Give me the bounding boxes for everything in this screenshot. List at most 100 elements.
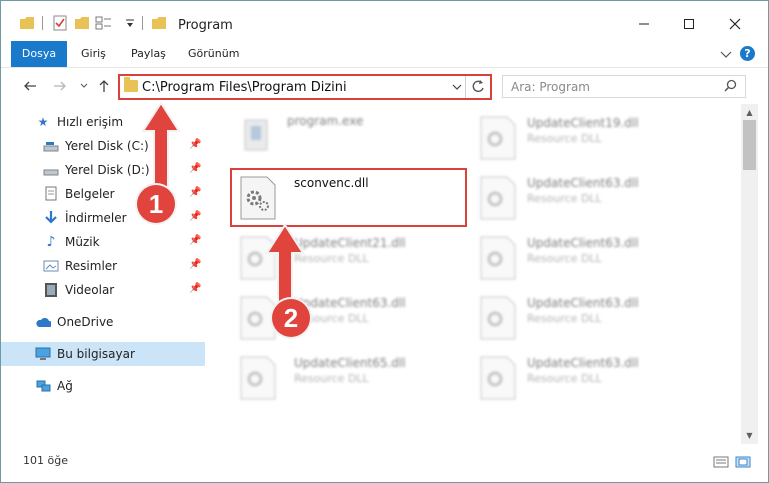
exe-file-icon — [244, 119, 268, 151]
minimize-button[interactable] — [633, 13, 655, 35]
refresh-icon[interactable] — [471, 78, 485, 96]
vertical-scrollbar[interactable]: ▲ ▼ — [741, 104, 758, 444]
file-item[interactable]: UpdateClient65.dll Resource DLL — [231, 350, 471, 404]
close-icon — [729, 18, 741, 30]
maximize-icon — [684, 19, 694, 29]
sidebar-item-label: Müzik — [65, 235, 100, 249]
file-item[interactable]: UpdateClient63.dll Resource DLL — [471, 290, 711, 344]
dll-file-icon — [480, 176, 516, 220]
sidebar-item-this-pc[interactable]: Bu bilgisayar — [1, 342, 205, 366]
sidebar-item-onedrive[interactable]: OneDrive — [1, 310, 205, 334]
title-separator — [42, 16, 43, 30]
music-icon: ♪ — [46, 234, 56, 250]
ribbon-tabs: Dosya Giriş Paylaş Görünüm ? — [1, 41, 768, 67]
sidebar-item-network[interactable]: Ağ — [1, 374, 205, 398]
file-item[interactable]: UpdateClient63.dll Resource DLL — [471, 350, 711, 404]
star-icon: ★ — [37, 115, 49, 129]
file-type: Resource DLL — [527, 252, 602, 265]
file-name: UpdateClient63.dll — [527, 356, 639, 370]
video-icon — [43, 282, 59, 298]
arrow-up-icon — [99, 80, 109, 92]
folder-icon — [20, 17, 34, 29]
explorer-window: Program Dosya Giriş Paylaş Görünüm ? C:\… — [0, 0, 769, 483]
file-item[interactable]: UpdateClient63.dll Resource DLL — [471, 230, 711, 284]
address-separator — [465, 76, 466, 98]
scroll-up-icon[interactable]: ▲ — [741, 104, 758, 121]
file-name: program.exe — [287, 114, 364, 128]
chevron-down-icon — [80, 83, 88, 88]
dll-file-icon — [240, 356, 276, 400]
tab-file[interactable]: Dosya — [11, 41, 67, 67]
annotation-arrow-1 — [141, 101, 181, 190]
pin-icon: 📌 — [189, 163, 202, 174]
title-separator — [142, 16, 143, 30]
computer-icon — [35, 346, 51, 362]
file-name: UpdateClient21.dll — [294, 236, 406, 250]
dll-file-icon — [480, 296, 516, 340]
file-type: Resource DLL — [527, 312, 602, 325]
address-path: C:\Program Files\Program Dizini — [142, 80, 347, 95]
drive-icon — [43, 162, 59, 178]
up-button[interactable] — [95, 77, 113, 95]
dll-file-icon — [480, 236, 516, 280]
sidebar-item-label: Yerel Disk (C:) — [65, 139, 149, 153]
chevron-down-icon[interactable] — [452, 79, 462, 95]
step-marker-2: 2 — [272, 299, 310, 337]
large-icons-view-icon[interactable] — [735, 456, 751, 468]
sidebar-item-label: Hızlı erişim — [57, 115, 124, 129]
item-count: 101 öğe — [23, 454, 68, 467]
sidebar-item-music[interactable]: ♪ Müzik 📌 — [1, 230, 205, 254]
file-type: Resource DLL — [527, 132, 602, 145]
file-name: UpdateClient63.dll — [527, 296, 639, 310]
status-bar: 101 öğe — [1, 447, 768, 475]
dll-file-icon — [480, 116, 516, 160]
new-folder-icon[interactable] — [74, 15, 90, 31]
sidebar-item-label: İndirmeler — [65, 211, 127, 225]
window-title: Program — [178, 18, 233, 33]
file-name: UpdateClient63.dll — [527, 236, 639, 250]
arrow-right-icon — [54, 81, 66, 91]
file-item[interactable]: UpdateClient63.dll Resource DLL — [471, 170, 711, 224]
scroll-thumb[interactable] — [743, 120, 756, 170]
pin-icon: 📌 — [189, 187, 202, 198]
sidebar-item-label: Belgeler — [65, 187, 115, 201]
search-icon — [724, 79, 737, 92]
forward-button[interactable] — [51, 77, 69, 95]
back-button[interactable] — [21, 77, 39, 95]
file-type: Resource DLL — [294, 372, 369, 385]
tab-view[interactable]: Görünüm — [188, 41, 239, 67]
address-bar[interactable]: C:\Program Files\Program Dizini — [118, 74, 492, 100]
ribbon-expand-icon[interactable] — [720, 49, 732, 59]
dll-file-icon — [480, 356, 516, 400]
sidebar-item-downloads[interactable]: İndirmeler 📌 — [1, 206, 205, 230]
file-item[interactable]: UpdateClient19.dll Resource DLL — [471, 110, 711, 164]
title-bar: Program — [1, 1, 768, 41]
sidebar-item-label: Videolar — [65, 283, 115, 297]
pin-icon: 📌 — [189, 139, 202, 150]
sidebar-item-videos[interactable]: Videolar 📌 — [1, 278, 205, 302]
close-button[interactable] — [724, 13, 746, 35]
properties-icon[interactable] — [52, 15, 68, 31]
recent-locations-button[interactable] — [75, 77, 93, 95]
file-name: UpdateClient63.dll — [294, 296, 406, 310]
annotation-arrow-2 — [265, 223, 305, 308]
pin-icon: 📌 — [189, 235, 202, 246]
customize-toolbar-icon[interactable] — [125, 15, 135, 31]
folder-icon — [152, 17, 166, 29]
cloud-icon — [35, 314, 51, 330]
maximize-button[interactable] — [678, 13, 700, 35]
details-view-icon[interactable] — [713, 456, 729, 468]
file-item[interactable]: program.exe — [231, 108, 471, 162]
view-options-icon[interactable] — [95, 15, 113, 31]
sidebar-item-label: Bu bilgisayar — [57, 347, 135, 361]
tab-home[interactable]: Giriş — [81, 41, 106, 67]
help-icon[interactable]: ? — [740, 46, 755, 61]
tab-share[interactable]: Paylaş — [131, 41, 166, 67]
pin-icon: 📌 — [189, 259, 202, 270]
search-box[interactable]: Ara: Program — [502, 75, 746, 98]
sidebar-item-pictures[interactable]: Resimler 📌 — [1, 254, 205, 278]
navigation-bar: C:\Program Files\Program Dizini Ara: Pro… — [1, 67, 768, 103]
search-placeholder: Ara: Program — [511, 80, 590, 94]
scroll-down-icon[interactable]: ▼ — [741, 427, 758, 444]
pictures-icon — [43, 258, 59, 274]
